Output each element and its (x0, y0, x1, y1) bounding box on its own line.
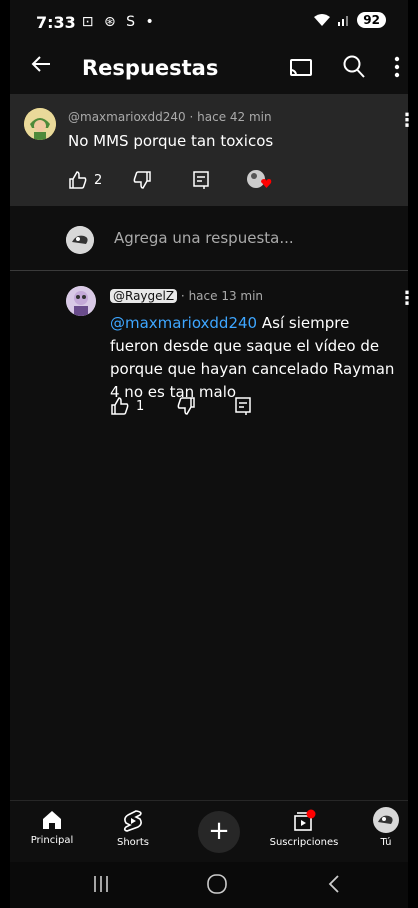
reply-author-chip[interactable]: @RaygelZ (110, 289, 178, 303)
reply-icon[interactable] (192, 170, 210, 190)
reply-avatar[interactable] (66, 286, 96, 316)
like-count: 2 (94, 172, 103, 188)
thumbs-down-icon[interactable] (132, 170, 152, 190)
page-title: Respuestas (82, 56, 219, 80)
creator-heart-icon (247, 170, 272, 188)
comment-meta: @maxmarioxdd240 · hace 42 min (68, 110, 272, 124)
shorts-icon (123, 810, 142, 832)
user-avatar (66, 226, 94, 254)
bottom-nav: Principal Shorts + Suscripciones Tú (10, 800, 408, 863)
back-arrow-icon[interactable] (30, 52, 54, 76)
reply-like-count: 1 (136, 398, 145, 414)
search-icon[interactable] (342, 54, 366, 80)
nav-subscriptions[interactable]: Suscripciones (266, 809, 342, 848)
parent-comment: @maxmarioxdd240 · hace 42 min No MMS por… (10, 94, 416, 206)
reply-more-icon[interactable]: ⋮ (398, 288, 416, 309)
back-nav-icon[interactable] (326, 874, 342, 894)
system-nav-bar (10, 862, 408, 908)
nav-shorts-label: Shorts (116, 837, 150, 848)
more-vert-icon[interactable] (394, 56, 400, 78)
nav-home[interactable]: Principal (24, 809, 80, 846)
meta-separator: · (189, 110, 198, 124)
avatar-image (24, 108, 56, 140)
add-reply-input[interactable]: Agrega una respuesta... (114, 229, 294, 247)
nav-subscriptions-label: Suscripciones (269, 837, 339, 848)
home-circle-icon[interactable] (206, 873, 228, 895)
thumbs-up-icon (111, 397, 129, 415)
comment-time: hace 42 min (197, 110, 272, 124)
signal-icon (338, 16, 349, 26)
reply-like-button[interactable]: 1 (110, 396, 144, 416)
divider (10, 270, 408, 271)
reply-mention-link[interactable]: @maxmarioxdd240 (110, 314, 257, 332)
status-bar: 7:33 ⊡ ⊛ S • 92 (10, 0, 408, 44)
status-time: 7:33 (36, 12, 76, 32)
comment-author[interactable]: @maxmarioxdd240 (68, 110, 186, 124)
comment-more-icon[interactable]: ⋮ (398, 110, 416, 131)
user-avatar-image (66, 226, 94, 254)
thumbs-down-icon[interactable] (176, 396, 196, 416)
nav-home-label: Principal (30, 835, 74, 846)
nav-you[interactable]: Tú (370, 807, 402, 848)
recent-apps-icon[interactable] (92, 874, 110, 894)
create-button[interactable]: + (198, 811, 240, 853)
meta-separator: · (180, 289, 189, 303)
reply-time: hace 13 min (188, 289, 264, 303)
like-button[interactable]: 2 (68, 170, 102, 190)
app-bar: Respuestas (10, 44, 408, 92)
reply-avatar-image (66, 286, 96, 316)
cast-icon[interactable] (288, 56, 314, 80)
avatar[interactable] (24, 108, 56, 140)
reply-icon[interactable] (234, 396, 252, 416)
wifi-icon (314, 14, 331, 26)
comment-text: No MMS porque tan toxicos (68, 132, 274, 150)
reply-meta: @RaygelZ · hace 13 min (110, 289, 263, 303)
subscriptions-icon (294, 809, 316, 831)
battery-indicator: 92 (357, 12, 386, 28)
you-avatar-icon (373, 807, 399, 833)
screen: 7:33 ⊡ ⊛ S • 92 Respuestas @maxmarioxdd2… (10, 0, 416, 908)
reply-text-block: @maxmarioxdd240 Así siempre fueron desde… (110, 312, 400, 404)
status-notification-icons: ⊡ ⊛ S • (81, 14, 157, 30)
nav-shorts[interactable]: Shorts (108, 809, 158, 848)
creator-heart-badge (246, 168, 272, 192)
thumbs-up-icon (69, 171, 87, 189)
nav-you-label: Tú (380, 837, 392, 848)
home-icon (43, 811, 61, 829)
status-right: 92 (313, 12, 386, 28)
